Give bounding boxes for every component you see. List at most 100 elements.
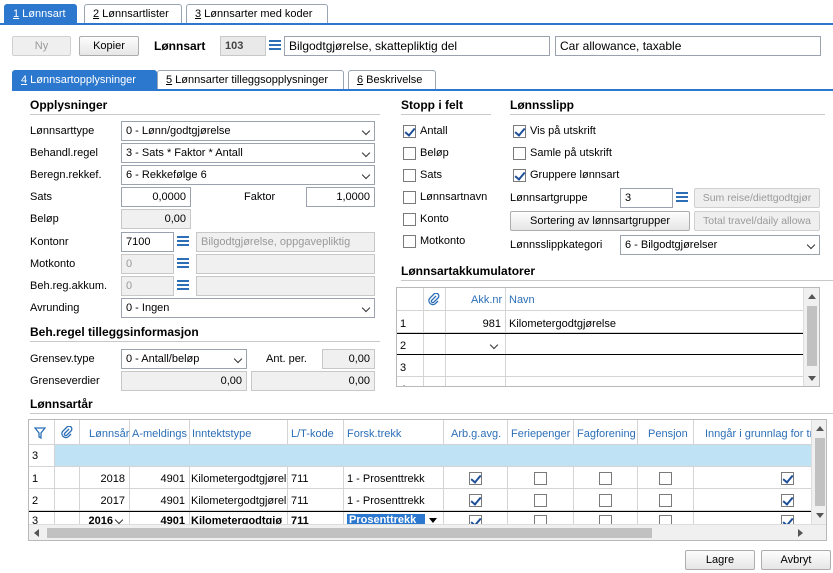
beregn-select[interactable]: 6 - Rekkefølge 6 [121, 165, 375, 185]
col-pensjon-header[interactable]: Pensjon [648, 428, 688, 440]
sats-input[interactable]: 0,0000 [121, 187, 191, 207]
kontonr-input[interactable]: 7100 [121, 232, 174, 252]
stopp-motkonto-checkbox[interactable] [403, 235, 416, 248]
stopp-antall-checkbox[interactable] [403, 125, 416, 138]
col-feriepenger-header[interactable]: Feriepenger [511, 428, 570, 440]
ameldings-cell[interactable]: 4901 [129, 473, 185, 485]
lonnsart-name-en-field[interactable]: Car allowance, taxable [555, 36, 821, 56]
kategori-select[interactable]: 6 - Bilgodtgjørelser [620, 235, 820, 255]
pensjon-checkbox[interactable] [659, 472, 672, 485]
arbgavg-checkbox[interactable] [469, 494, 482, 507]
scroll-up-icon[interactable] [808, 294, 816, 299]
tab-lonnsarter-tilleggsopplysninger[interactable]: 5 Lønnsarter tilleggsopplysninger [157, 70, 344, 90]
inngar-checkbox[interactable] [781, 494, 794, 507]
motkonto-input[interactable]: 0 [121, 254, 174, 274]
pensjon-checkbox[interactable] [659, 494, 672, 507]
forsktrekk-cell[interactable]: 1 - Prosenttrekk [347, 473, 425, 485]
tab-beskrivelse[interactable]: 6 Beskrivelse [348, 70, 436, 90]
col-inngar-header[interactable]: Inngår i grunnlag for tr [705, 428, 813, 440]
new-row-highlight[interactable] [55, 445, 811, 466]
attachment-icon[interactable] [428, 293, 440, 306]
list-picker-icon[interactable] [267, 38, 283, 54]
cancel-button[interactable]: Avbryt [761, 550, 831, 570]
inngar-checkbox[interactable] [781, 472, 794, 485]
feriepenger-checkbox[interactable] [534, 472, 547, 485]
col-fagforening-header[interactable]: Fagforening [577, 428, 636, 440]
ameldings-cell[interactable]: 4901 [129, 495, 185, 507]
grensev-select[interactable]: 0 - Antall/beløp [121, 349, 247, 369]
antper-input[interactable]: 0,00 [322, 349, 375, 369]
lonnsaar-vscrollbar[interactable] [811, 420, 826, 524]
samle-pa-utskrift-checkbox[interactable] [513, 147, 526, 160]
faktor-input[interactable]: 1,0000 [306, 187, 375, 207]
sum-reise-button[interactable]: Sum reise/diettgodtgjør [694, 188, 820, 208]
tab-lonnsart[interactable]: 1 Lønnsart [4, 4, 77, 24]
navn-cell[interactable]: Kilometergodtgjørelse [509, 318, 616, 330]
list-picker-icon[interactable] [175, 234, 191, 250]
lonnsart-code-field[interactable]: 103 [220, 36, 266, 56]
col-navn-header[interactable]: Navn [509, 294, 535, 306]
lonnsartgruppe-input[interactable]: 3 [620, 188, 673, 208]
inntektstype-cell[interactable]: Kilometergodtgjørels [191, 495, 286, 507]
forsktrekk-cell[interactable]: 1 - Prosenttrekk [347, 495, 425, 507]
grenseverdi-2-input[interactable]: 0,00 [251, 371, 375, 391]
grenseverdi-1-input[interactable]: 0,00 [121, 371, 247, 391]
stopp-konto-checkbox[interactable] [403, 213, 416, 226]
lonnsaar-hscrollbar[interactable] [29, 524, 826, 540]
copy-button[interactable]: Kopier [79, 36, 139, 56]
list-picker-icon[interactable] [175, 278, 191, 294]
lonnsar-cell[interactable]: 2018 [79, 473, 125, 485]
list-picker-icon[interactable] [175, 256, 191, 272]
vis-pa-utskrift-checkbox[interactable] [513, 125, 526, 138]
filter-icon[interactable] [34, 427, 46, 439]
scroll-up-icon[interactable] [816, 426, 824, 431]
save-button[interactable]: Lagre [685, 550, 755, 570]
col-akknr-header[interactable]: Akk.nr [471, 294, 502, 306]
akkumulator-scrollbar[interactable] [803, 288, 819, 386]
total-travel-button[interactable]: Total travel/daily allowa [694, 211, 820, 231]
col-arbgavg-header[interactable]: Arb.g.avg. [451, 428, 501, 440]
table-row-edit[interactable] [397, 333, 803, 355]
scroll-thumb[interactable] [815, 438, 825, 506]
fagforening-checkbox[interactable] [599, 494, 612, 507]
stopp-belop-label: Beløp [420, 147, 449, 159]
new-button[interactable]: Ny [12, 36, 71, 56]
scroll-thumb[interactable] [47, 528, 652, 538]
col-ameldings-header[interactable]: A-meldings [132, 428, 187, 440]
scroll-down-icon[interactable] [816, 513, 824, 518]
ltkode-cell[interactable]: 711 [291, 495, 309, 507]
avrunding-select[interactable]: 0 - Ingen [121, 298, 375, 318]
scroll-right-icon[interactable] [798, 529, 803, 537]
list-picker-icon[interactable] [674, 190, 690, 206]
lonnsarttype-select[interactable]: 0 - Lønn/godtgjørelse [121, 121, 375, 141]
tab-lonnsarter-med-koder[interactable]: 3 Lønnsarter med koder [186, 4, 328, 24]
col-inntektstype-header[interactable]: Inntektstype [192, 428, 251, 440]
col-ltkode-header[interactable]: L/T-kode [291, 428, 334, 440]
stopp-lonnsartnavn-checkbox[interactable] [403, 191, 416, 204]
tab-lonnsartopplysninger[interactable]: 4 Lønnsartopplysninger [12, 70, 157, 90]
behandl-select[interactable]: 3 - Sats * Faktor * Antall [121, 143, 375, 163]
behreg-input[interactable]: 0 [121, 276, 174, 296]
belop-input[interactable]: 0,00 [121, 209, 191, 229]
inntektstype-cell[interactable]: Kilometergodtgjørels [191, 473, 286, 485]
stopp-title: Stopp i felt [401, 98, 463, 112]
feriepenger-checkbox[interactable] [534, 494, 547, 507]
fagforening-checkbox[interactable] [599, 472, 612, 485]
gruppere-lonnsart-checkbox[interactable] [513, 169, 526, 182]
scroll-left-icon[interactable] [34, 529, 39, 537]
attachment-icon[interactable] [61, 426, 73, 439]
col-forsktrekk-header[interactable]: Forsk.trekk [347, 428, 401, 440]
col-lonnsar-header[interactable]: Lønnsår [89, 428, 129, 440]
arbgavg-checkbox[interactable] [469, 472, 482, 485]
stopp-belop-checkbox[interactable] [403, 147, 416, 160]
chevron-down-icon [361, 303, 371, 313]
tab-lonnsartlister[interactable]: 2 Lønnsartlister [84, 4, 182, 24]
lonnsar-cell[interactable]: 2017 [79, 495, 125, 507]
stopp-sats-checkbox[interactable] [403, 169, 416, 182]
akknr-cell[interactable]: 981 [447, 318, 501, 330]
ltkode-cell[interactable]: 711 [291, 473, 309, 485]
sortering-button[interactable]: Sortering av lønnsartgrupper [510, 211, 690, 231]
lonnsart-name-field[interactable]: Bilgodtgjørelse, skattepliktig del [284, 36, 550, 56]
scroll-down-icon[interactable] [808, 376, 816, 381]
scroll-thumb[interactable] [807, 306, 817, 366]
